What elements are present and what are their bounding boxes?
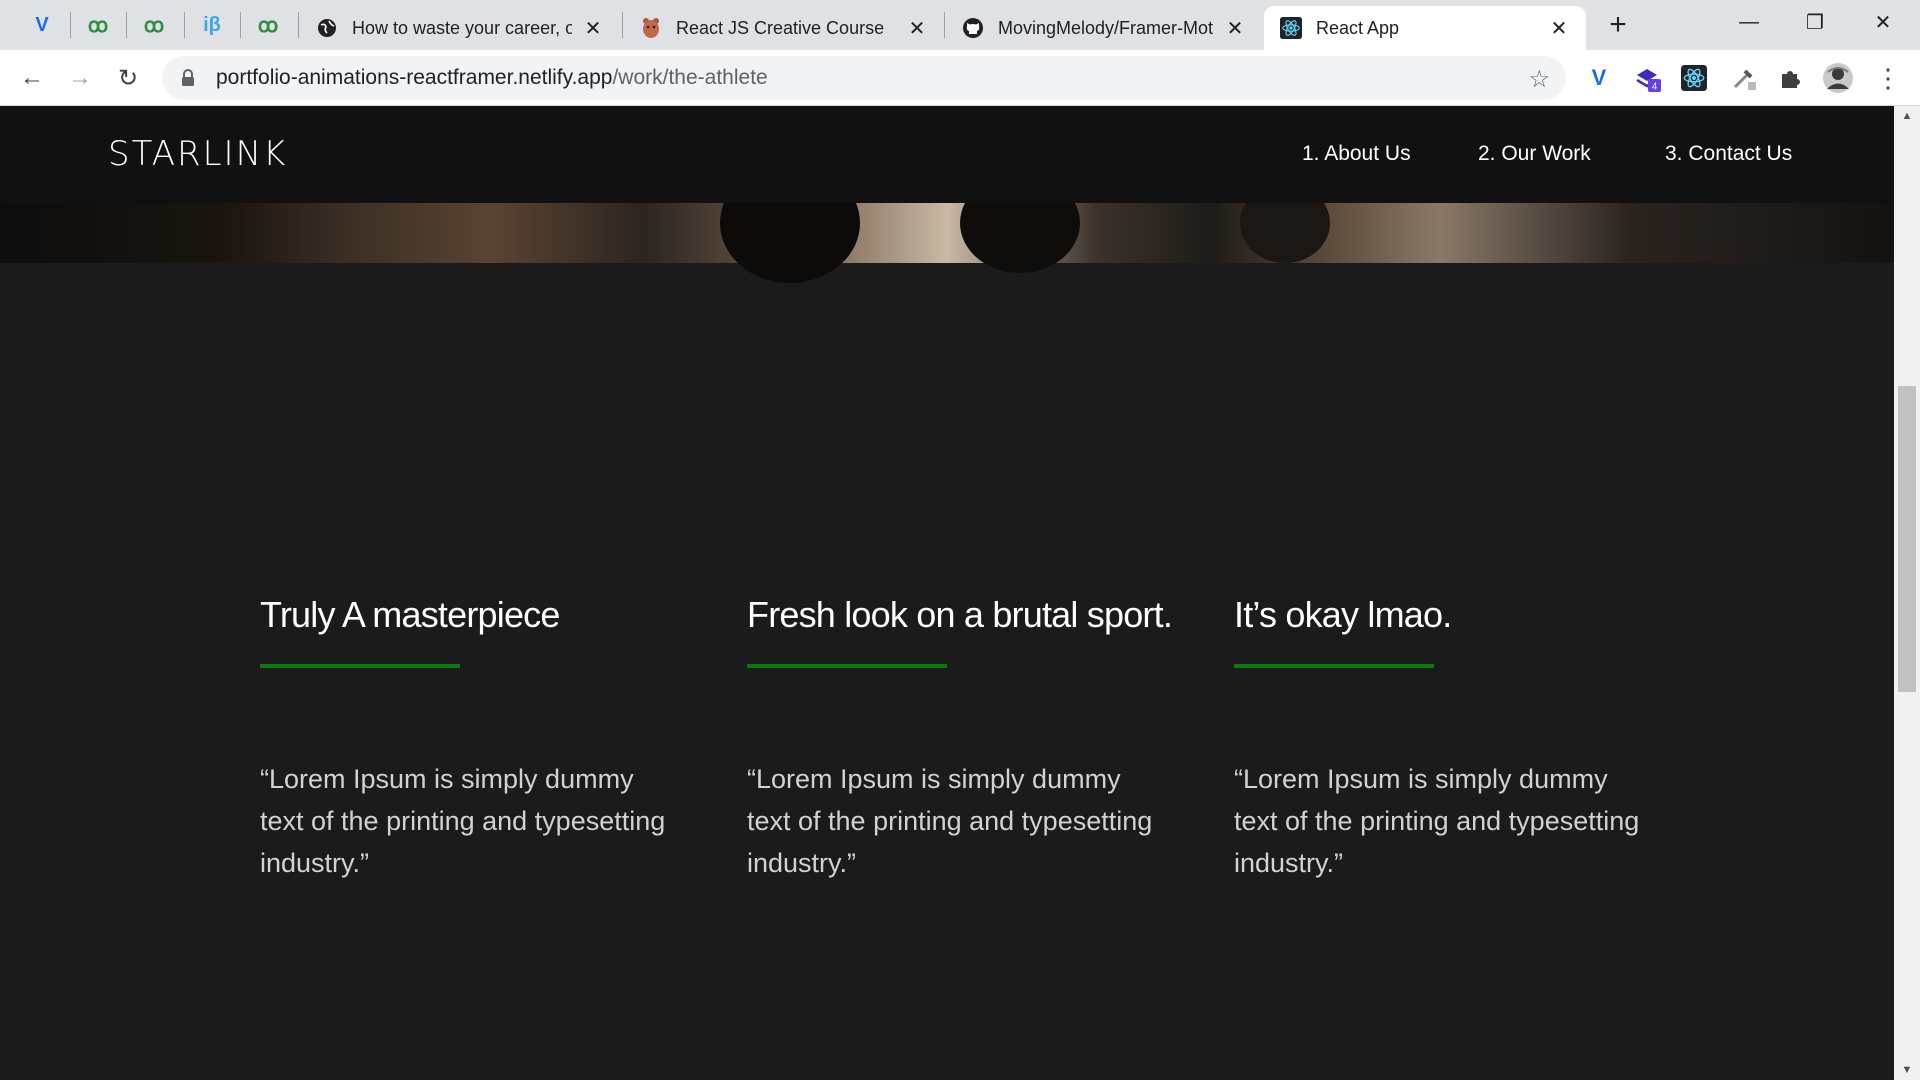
scroll-down-arrow-icon[interactable]: ▼: [1894, 1060, 1920, 1080]
pinned-tab-ib[interactable]: iβ: [184, 8, 240, 42]
lock-icon: [180, 69, 196, 87]
bear-icon: [640, 17, 662, 39]
react-devtools-icon[interactable]: [1678, 62, 1710, 94]
url-path: /work/the-athlete: [612, 66, 768, 89]
url-host: portfolio-animations-reactframer.netlify…: [216, 66, 613, 89]
tab-separator: [298, 12, 299, 38]
browser-menu-icon[interactable]: ⋮: [1872, 62, 1904, 94]
back-button[interactable]: ←: [14, 60, 50, 96]
bookmark-star-icon[interactable]: ☆: [1528, 65, 1550, 94]
tab-title: React JS Creative Course: [676, 17, 885, 38]
plus-icon: +: [1609, 8, 1627, 41]
nav-contact-us[interactable]: 3. Contact Us: [1665, 142, 1792, 166]
close-window-button[interactable]: ✕: [1850, 0, 1916, 44]
review-title: Truly A masterpiece: [260, 594, 560, 635]
browser-tab-strip: V ꝏ ꝏ iβ ꝏ How to waste your career, o ✕…: [0, 0, 1920, 50]
tab-title: MovingMelody/Framer-Mot: [998, 17, 1214, 38]
reload-button[interactable]: ↻: [110, 60, 146, 96]
close-icon[interactable]: ✕: [582, 16, 604, 41]
profile-avatar[interactable]: [1822, 62, 1854, 94]
scrollbar-thumb[interactable]: [1898, 386, 1916, 692]
accent-underline: [747, 664, 947, 668]
arrow-left-icon: ←: [20, 64, 44, 91]
extension-badge: 4: [1652, 82, 1658, 93]
review-title: Fresh look on a brutal sport.: [747, 594, 1173, 635]
tab-title: How to waste your career, o: [352, 17, 572, 38]
url-text: portfolio-animations-reactframer.netlify…: [216, 66, 768, 90]
geeks-icon: ꝏ: [87, 14, 109, 37]
pinned-tab-geeks-2[interactable]: ꝏ: [126, 8, 182, 42]
vimeo-extension-icon[interactable]: V: [1583, 62, 1615, 94]
geeks-icon: ꝏ: [143, 14, 165, 37]
browser-toolbar: ← → ↻ portfolio-animations-reactframer.n…: [0, 50, 1920, 106]
review-card: Fresh look on a brutal sport. “Lorem Ips…: [747, 594, 1173, 884]
tab-react-course[interactable]: React JS Creative Course ✕: [624, 6, 944, 50]
tab-github[interactable]: MovingMelody/Framer-Mot ✕: [946, 6, 1262, 50]
review-card: It’s okay lmao. “Lorem Ipsum is simply d…: [1234, 594, 1654, 884]
close-icon[interactable]: ✕: [1224, 16, 1246, 41]
tab-react-app[interactable]: React App ✕: [1264, 6, 1586, 50]
accent-underline: [260, 664, 460, 668]
eyedropper-extension-icon[interactable]: [1728, 62, 1760, 94]
restore-button[interactable]: ❐: [1782, 0, 1848, 44]
tab-title: React App: [1316, 17, 1400, 38]
geeks-icon: ꝏ: [257, 14, 279, 37]
pinned-tab-geeks-1[interactable]: ꝏ: [70, 8, 126, 42]
close-icon[interactable]: ✕: [906, 16, 928, 41]
extension-stack-icon[interactable]: 4: [1632, 62, 1664, 94]
address-bar[interactable]: portfolio-animations-reactframer.netlify…: [162, 56, 1566, 100]
review-card: Truly A masterpiece “Lorem Ipsum is simp…: [260, 594, 680, 884]
forward-button[interactable]: →: [62, 60, 98, 96]
minimize-button[interactable]: —: [1716, 0, 1782, 44]
close-icon[interactable]: ✕: [1548, 16, 1570, 41]
tab-how-to-waste[interactable]: How to waste your career, o ✕: [300, 6, 620, 50]
page-viewport: STARLINK 1. About Us 2. Our Work 3. Cont…: [0, 106, 1894, 1080]
extensions-puzzle-icon[interactable]: [1774, 62, 1806, 94]
hero-image-strip: [0, 163, 1894, 283]
review-quote: “Lorem Ipsum is simply dummy text of the…: [747, 764, 1153, 878]
restore-icon: ❐: [1806, 11, 1824, 34]
review-quote: “Lorem Ipsum is simply dummy text of the…: [1234, 764, 1640, 878]
site-header: STARLINK 1. About Us 2. Our Work 3. Cont…: [0, 106, 1894, 203]
scroll-up-arrow-icon[interactable]: ▲: [1894, 106, 1920, 126]
new-tab-button[interactable]: +: [1600, 8, 1636, 42]
page-scrollbar[interactable]: ▲ ▼: [1894, 106, 1920, 1080]
close-icon: ✕: [1874, 11, 1892, 34]
vimeo-icon: V: [35, 13, 49, 36]
reload-icon: ↻: [117, 64, 139, 92]
review-title: It’s okay lmao.: [1234, 594, 1452, 635]
ib-icon: iβ: [203, 13, 221, 36]
tab-separator: [622, 12, 623, 38]
github-icon: [962, 17, 984, 39]
review-quote: “Lorem Ipsum is simply dummy text of the…: [260, 764, 666, 878]
pinned-tab-geeks-3[interactable]: ꝏ: [240, 8, 296, 42]
nav-about-us[interactable]: 1. About Us: [1302, 142, 1411, 166]
minimize-icon: —: [1739, 10, 1759, 33]
arrow-right-icon: →: [68, 64, 92, 91]
site-logo[interactable]: STARLINK: [108, 134, 287, 174]
tab-separator: [944, 12, 945, 38]
nav-our-work[interactable]: 2. Our Work: [1478, 142, 1591, 166]
globe-icon: [316, 17, 338, 39]
pinned-tab-vimeo[interactable]: V: [14, 8, 70, 42]
react-icon: [1280, 17, 1302, 39]
accent-underline: [1234, 664, 1434, 668]
